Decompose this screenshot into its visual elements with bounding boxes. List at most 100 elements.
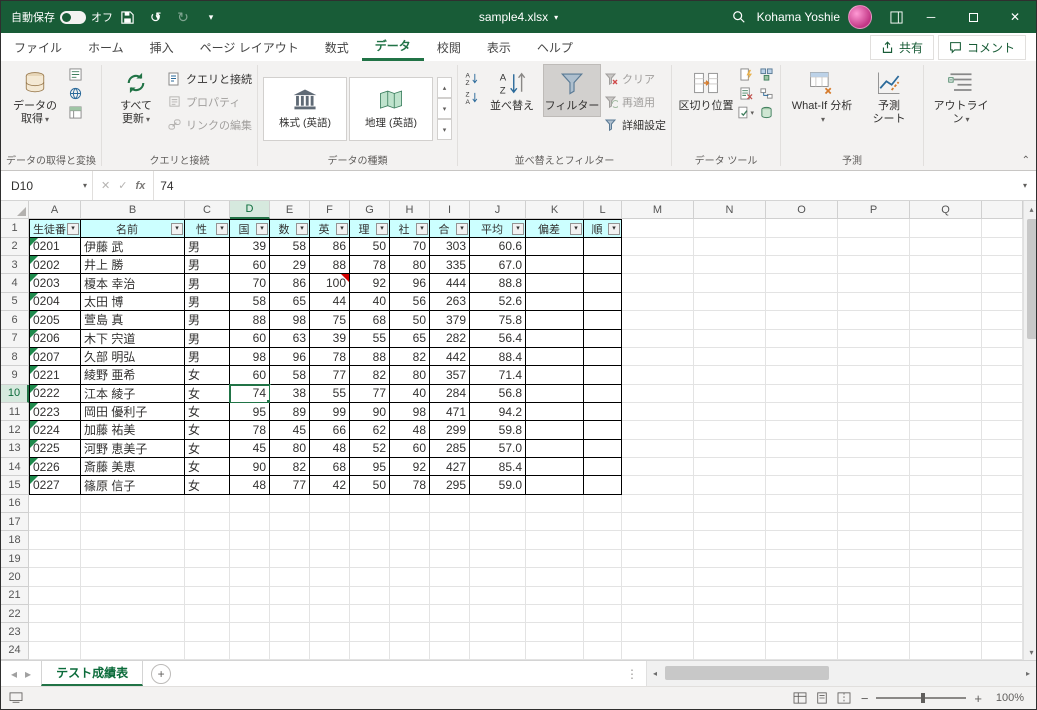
- formula-input[interactable]: 74: [154, 171, 1014, 200]
- cell-G22[interactable]: [350, 604, 390, 624]
- cell-F1[interactable]: 英 ▾: [310, 219, 350, 238]
- cell-Q13[interactable]: [910, 439, 982, 459]
- cell-I1[interactable]: 合 ▾: [430, 219, 470, 238]
- cell-H19[interactable]: [390, 549, 430, 569]
- zoom-slider[interactable]: [876, 693, 967, 703]
- cell-G4[interactable]: 92: [350, 274, 390, 293]
- row-header-21[interactable]: 21: [1, 586, 29, 605]
- cell-J11[interactable]: 94.2: [470, 402, 526, 422]
- column-header-M[interactable]: M: [622, 201, 694, 220]
- filter-button-A[interactable]: ▾: [67, 222, 79, 235]
- cell-P10[interactable]: [838, 384, 910, 403]
- cell-E19[interactable]: [270, 549, 310, 569]
- cell-H1[interactable]: 社 ▾: [390, 219, 430, 238]
- cell-B14[interactable]: 斎藤 美恵: [81, 458, 185, 477]
- cell-P8[interactable]: [838, 347, 910, 367]
- relationships-button[interactable]: [757, 85, 775, 102]
- cell-A10[interactable]: 0222: [29, 384, 81, 403]
- gallery-up-button[interactable]: ▴: [437, 77, 452, 98]
- cell-O24[interactable]: [766, 641, 838, 660]
- cell-B19[interactable]: [81, 549, 185, 569]
- cell-E7[interactable]: 63: [270, 329, 310, 348]
- vertical-scroll-thumb[interactable]: [1026, 219, 1036, 339]
- cell-R17[interactable]: [982, 513, 1023, 532]
- sheet-tab-active[interactable]: テスト成績表: [41, 661, 144, 686]
- cell-D2[interactable]: 39: [230, 237, 270, 257]
- cell-L6[interactable]: [584, 311, 622, 330]
- cell-D15[interactable]: 48: [230, 476, 270, 495]
- cell-L12[interactable]: [584, 421, 622, 440]
- cell-G13[interactable]: 52: [350, 439, 390, 459]
- tab-page-layout[interactable]: ページ レイアウト: [187, 33, 312, 61]
- cell-H13[interactable]: 60: [390, 439, 430, 459]
- cell-R4[interactable]: [982, 274, 1023, 293]
- cell-M5[interactable]: [622, 292, 694, 312]
- tab-formulas[interactable]: 数式: [312, 33, 362, 61]
- cell-I15[interactable]: 295: [430, 476, 470, 495]
- cell-F24[interactable]: [310, 641, 350, 660]
- cell-D13[interactable]: 45: [230, 439, 270, 459]
- cell-C5[interactable]: 男: [185, 292, 230, 312]
- column-header-G[interactable]: G: [350, 201, 390, 220]
- geography-button[interactable]: 地理 (英語): [349, 76, 433, 141]
- cell-N18[interactable]: [694, 531, 766, 550]
- cell-G5[interactable]: 40: [350, 292, 390, 312]
- column-header-D[interactable]: D: [230, 201, 270, 220]
- tab-view[interactable]: 表示: [474, 33, 524, 61]
- cell-K2[interactable]: [526, 237, 584, 257]
- get-data-button[interactable]: データの 取得 ▾: [6, 64, 64, 130]
- cell-N5[interactable]: [694, 292, 766, 312]
- cell-E18[interactable]: [270, 531, 310, 550]
- cell-B16[interactable]: [81, 494, 185, 514]
- cell-I13[interactable]: 285: [430, 439, 470, 459]
- cell-A17[interactable]: [29, 513, 81, 532]
- cell-D4[interactable]: 70: [230, 274, 270, 293]
- forecast-sheet-button[interactable]: 予測 シート: [860, 64, 918, 130]
- cell-P12[interactable]: [838, 421, 910, 440]
- cell-I3[interactable]: 335: [430, 256, 470, 275]
- cell-K7[interactable]: [526, 329, 584, 348]
- cell-M24[interactable]: [622, 641, 694, 660]
- cell-E3[interactable]: 29: [270, 256, 310, 275]
- cell-R8[interactable]: [982, 347, 1023, 367]
- cell-I22[interactable]: [430, 604, 470, 624]
- cell-R22[interactable]: [982, 604, 1023, 624]
- cell-M9[interactable]: [622, 366, 694, 385]
- cell-J9[interactable]: 71.4: [470, 366, 526, 385]
- cell-G9[interactable]: 82: [350, 366, 390, 385]
- cell-M8[interactable]: [622, 347, 694, 367]
- cell-P19[interactable]: [838, 549, 910, 569]
- enter-formula-button[interactable]: ✓: [118, 179, 127, 192]
- flash-fill-button[interactable]: [737, 66, 755, 83]
- cell-D3[interactable]: 60: [230, 256, 270, 275]
- normal-view-button[interactable]: [793, 692, 807, 704]
- page-break-view-button[interactable]: [837, 692, 851, 704]
- cell-P2[interactable]: [838, 237, 910, 257]
- cell-R5[interactable]: [982, 292, 1023, 312]
- sort-button[interactable]: AZ 並べ替え: [483, 64, 541, 117]
- row-header-9[interactable]: 9: [1, 366, 29, 385]
- cell-N16[interactable]: [694, 494, 766, 514]
- row-header-22[interactable]: 22: [1, 604, 29, 624]
- undo-button[interactable]: ↺ ▾: [141, 1, 169, 33]
- cell-G24[interactable]: [350, 641, 390, 660]
- cell-D8[interactable]: 98: [230, 347, 270, 367]
- cell-C15[interactable]: 女: [185, 476, 230, 495]
- cell-F22[interactable]: [310, 604, 350, 624]
- cell-C24[interactable]: [185, 641, 230, 660]
- cell-R6[interactable]: [982, 311, 1023, 330]
- cell-R23[interactable]: [982, 623, 1023, 642]
- cell-L14[interactable]: [584, 458, 622, 477]
- cell-O16[interactable]: [766, 494, 838, 514]
- column-header-partial[interactable]: [982, 201, 1023, 220]
- from-text-csv-button[interactable]: [66, 66, 84, 83]
- cell-E15[interactable]: 77: [270, 476, 310, 495]
- cell-J4[interactable]: 88.8: [470, 274, 526, 293]
- cell-R14[interactable]: [982, 458, 1023, 477]
- avatar[interactable]: [848, 5, 872, 29]
- cell-K5[interactable]: [526, 292, 584, 312]
- cell-B17[interactable]: [81, 513, 185, 532]
- cell-H17[interactable]: [390, 513, 430, 532]
- cell-Q21[interactable]: [910, 586, 982, 605]
- cell-H9[interactable]: 80: [390, 366, 430, 385]
